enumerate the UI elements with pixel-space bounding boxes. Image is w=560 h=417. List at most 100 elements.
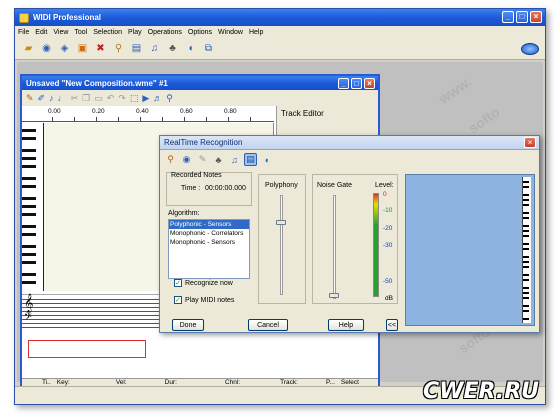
algorithm-option[interactable]: Monophonic - Correlators [169,229,249,238]
ruler-label: 0.20 [92,108,105,115]
polyphony-slider-thumb[interactable] [276,220,286,225]
menu-edit[interactable]: Edit [35,29,47,36]
window-icon[interactable]: ⧉ [201,41,216,56]
level-tick: -50 [383,278,393,285]
notes-icon[interactable]: ♫ [147,41,162,56]
noise-gate-group: Noise Gate Level: 0 -10 -20 -30 -50 dB [312,174,398,304]
noise-gate-slider-thumb[interactable] [329,293,339,298]
app-title-bar[interactable]: WIDI Professional _ □ × [15,9,545,26]
record-icon[interactable]: ◉ [180,153,193,166]
minimize-button[interactable]: _ [502,11,514,23]
done-button[interactable]: Done [172,319,204,331]
composition-title: Unsaved "New Composition.wme" #1 [26,78,168,88]
polyphony-slider-track[interactable] [280,195,283,295]
select-icon[interactable]: ⬚ [130,93,139,104]
menu-play[interactable]: Play [128,29,142,36]
time-ruler: 0.00 0.20 0.40 0.60 0.80 [22,108,274,122]
dialog-title: RealTime Recognition [164,138,243,147]
noise-gate-slider-track[interactable] [333,195,336,299]
piano-keyboard[interactable] [22,123,44,291]
instrument-icon[interactable]: ♣ [165,41,180,56]
undo-icon[interactable]: ↶ [107,93,115,104]
algorithm-option[interactable]: Polyphonic - Sensors [169,220,249,229]
globe-icon [521,43,539,55]
view-icon[interactable]: ▤ [244,153,257,166]
instrument-icon[interactable]: ♣ [212,153,225,166]
import-icon[interactable]: ◈ [57,41,72,56]
db-label: dB [385,295,393,302]
algorithm-option[interactable]: Monophonic - Sensors [169,238,249,247]
maximize-button[interactable]: □ [516,11,528,23]
play-midi-label: Play MIDI notes [185,296,235,304]
ruler-label: 0.80 [224,108,237,115]
note-icon[interactable]: ♩ [58,93,67,103]
selection-box[interactable] [28,340,146,358]
menu-window[interactable]: Window [218,29,243,36]
level-label: Level: [375,182,394,189]
dialog-title-bar[interactable]: RealTime Recognition × [160,136,539,150]
save-icon[interactable]: ▣ [75,41,90,56]
collapse-button[interactable]: << [386,319,398,331]
composition-toolbar: ✎ ✐ ♪ ♩ ✂ ❐ ▭ ↶ ↷ ⬚ ▶ ♬ ⚲ [22,90,378,106]
recorded-notes-group: Recorded Notes Time : 00:00:00.000 [166,172,252,206]
spectrum-display [405,174,535,326]
wand-icon[interactable]: ✎ [196,153,209,166]
comp-minimize-button[interactable]: _ [338,78,349,89]
cwer-watermark: CWER.RU [423,379,539,404]
wand-icon[interactable]: ⚲ [111,41,126,56]
pencil-icon[interactable]: ✎ [26,93,34,104]
speaker-icon[interactable]: ◖ [260,153,273,166]
menu-bar: File Edit View Tool Selection Play Opera… [15,26,545,38]
noise-gate-label: Noise Gate [317,182,353,189]
time-value: 00:00:00.000 [205,185,246,192]
cancel-button[interactable]: Cancel [248,319,288,331]
menu-selection[interactable]: Selection [93,29,122,36]
comp-maximize-button[interactable]: □ [351,78,362,89]
zoom-icon[interactable]: ⚲ [166,93,173,104]
menu-options[interactable]: Options [188,29,212,36]
speaker-icon[interactable]: ◖ [183,41,198,56]
track-editor-title: Track Editor [281,108,324,118]
menu-help[interactable]: Help [249,29,263,36]
menu-file[interactable]: File [18,29,29,36]
play-icon[interactable]: ▶ [142,93,149,104]
composition-title-bar[interactable]: Unsaved "New Composition.wme" #1 _ □ × [22,76,378,90]
dialog-close-button[interactable]: × [524,137,536,148]
play-midi-checkbox[interactable]: ✓ Play MIDI notes [174,296,234,304]
ruler-label: 0.00 [48,108,61,115]
delete-icon[interactable]: ✖ [93,41,108,56]
level-tick: -30 [383,242,393,249]
help-button[interactable]: Help [328,319,364,331]
recognize-now-checkbox[interactable]: ✓ Recognize now [174,279,233,287]
comp-close-button[interactable]: × [364,78,375,89]
ruler-label: 0.40 [136,108,149,115]
menu-tool[interactable]: Tool [74,29,87,36]
status-bar: CWER.RU [15,379,545,404]
ruler-label: 0.60 [180,108,193,115]
open-icon[interactable]: ▰ [21,41,36,56]
recognize-now-label: Recognize now [185,279,233,287]
copy-icon[interactable]: ❐ [82,93,90,104]
menu-view[interactable]: View [53,29,68,36]
dialog-toolbar: ⚲ ◉ ✎ ♣ ♫ ▤ ◖ [164,153,273,166]
polyphony-label: Polyphony [265,182,298,189]
polyphony-group: Polyphony [258,174,306,304]
notes-icon[interactable]: ♫ [228,153,241,166]
redo-icon[interactable]: ↷ [118,93,126,104]
close-button[interactable]: × [530,11,542,23]
realtime-recognition-dialog: RealTime Recognition × ⚲ ◉ ✎ ♣ ♫ ▤ ◖ Rec… [159,135,540,333]
cut-icon[interactable]: ✂ [71,93,79,104]
brush-icon[interactable]: ✐ [38,93,46,104]
mic-icon[interactable]: ⚲ [164,153,177,166]
app-title: WIDI Professional [33,13,102,22]
mini-piano-keyboard [522,177,531,323]
time-label: Time : [181,185,201,192]
view-icon[interactable]: ▤ [129,41,144,56]
algorithm-list[interactable]: Polyphonic - Sensors Monophonic - Correl… [168,219,250,279]
note-add-icon[interactable]: ♪ [49,93,54,103]
menu-operations[interactable]: Operations [148,29,182,36]
level-tick: -20 [383,225,393,232]
record-icon[interactable]: ◉ [39,41,54,56]
tempo-icon[interactable]: ♬ [153,93,162,103]
paste-icon[interactable]: ▭ [94,93,103,104]
